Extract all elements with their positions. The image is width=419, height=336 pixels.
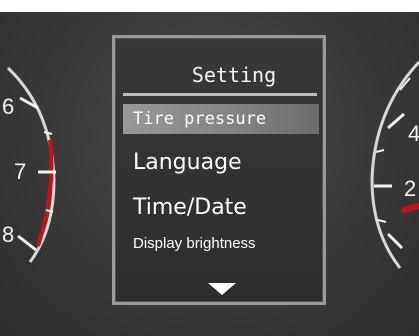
right-gauge-arc — [370, 60, 419, 269]
menu-title: Setting — [191, 63, 277, 87]
right-gauge-label-4: 4 — [408, 121, 419, 146]
right-gauge-tick — [387, 112, 405, 130]
instrument-cluster-screen: 6 7 8 4 2 Setting Tire pressure Language… — [0, 0, 419, 336]
menu-item-tire-pressure[interactable]: Tire pressure — [123, 104, 319, 134]
left-gauge-redzone — [36, 139, 54, 247]
left-gauge-label-8: 8 — [2, 222, 15, 247]
menu-item-time-date[interactable]: Time/Date — [123, 197, 319, 219]
right-gauge-tick — [375, 149, 385, 153]
left-gauge-label-6: 6 — [2, 94, 15, 119]
menu-divider — [123, 93, 317, 96]
triangle-down-icon[interactable] — [208, 283, 236, 295]
left-gauge-tick — [17, 234, 37, 252]
right-gauge-needle — [401, 203, 419, 213]
left-gauge-tick — [43, 131, 53, 135]
right-gauge-label-2: 2 — [404, 176, 417, 201]
menu-item-display-brightness[interactable]: Display brightness — [123, 236, 319, 251]
settings-menu-panel: Setting Tire pressure Language Time/Date… — [112, 35, 326, 305]
right-gauge-tick — [386, 232, 404, 250]
menu-item-language[interactable]: Language — [123, 152, 319, 174]
left-gauge-label-7: 7 — [14, 159, 27, 184]
right-gauge-tick — [377, 219, 387, 223]
